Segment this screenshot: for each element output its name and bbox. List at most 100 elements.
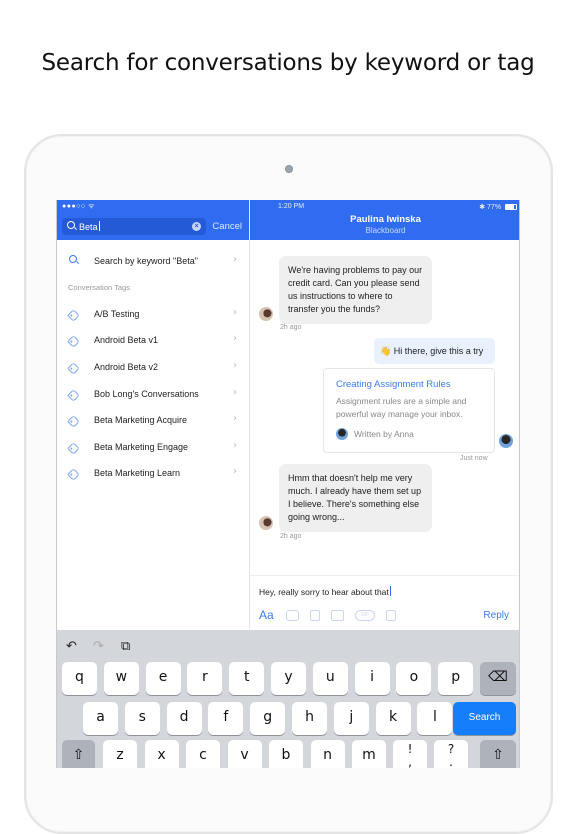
chevron-right-icon: › bbox=[233, 387, 237, 398]
status-time: 1:20 PM bbox=[278, 203, 305, 210]
tag-label: Beta Marketing Engage bbox=[94, 442, 189, 452]
key-e[interactable]: e bbox=[145, 662, 181, 695]
key-v[interactable]: v bbox=[227, 740, 262, 768]
reply-composer: Hey, really sorry to hear about that Aa … bbox=[250, 575, 519, 630]
ipad-screen: ●●●○○ ᯤ Beta × Cancel Search by keyword … bbox=[56, 200, 520, 768]
image-icon[interactable] bbox=[331, 610, 344, 621]
tag-item[interactable]: Bob Long's Conversations › bbox=[57, 387, 250, 407]
gif-icon[interactable]: GIF bbox=[355, 610, 375, 621]
tag-item[interactable]: A/B Testing › bbox=[57, 307, 250, 327]
key-b[interactable]: b bbox=[269, 740, 303, 768]
key-p[interactable]: p bbox=[438, 662, 474, 695]
tag-item[interactable]: Beta Marketing Engage › bbox=[57, 440, 250, 460]
search-input[interactable]: Beta × bbox=[62, 218, 206, 235]
key-z[interactable]: z bbox=[103, 740, 137, 768]
tag-icon bbox=[67, 415, 80, 428]
key-g[interactable]: g bbox=[250, 702, 286, 735]
on-screen-keyboard: ↶ ↷ ⧉ q w e r t y u i o p ⌫ a s d f g h j k l Search ⇧ z x c v b n m… bbox=[57, 630, 519, 768]
text-caret bbox=[98, 221, 100, 231]
key-k[interactable]: k bbox=[375, 702, 411, 735]
inbox-icon[interactable] bbox=[286, 610, 299, 621]
note-icon[interactable] bbox=[386, 610, 396, 621]
undo-icon[interactable]: ↶ bbox=[66, 639, 77, 654]
text-format-icon[interactable]: Aa bbox=[259, 608, 274, 622]
search-key[interactable]: Search bbox=[453, 702, 516, 735]
section-label: Conversation Tags bbox=[68, 283, 130, 292]
backspace-key[interactable]: ⌫ bbox=[480, 662, 516, 695]
clear-search-icon[interactable]: × bbox=[192, 222, 201, 231]
customer-avatar bbox=[259, 516, 273, 530]
bookmark-icon[interactable] bbox=[310, 610, 320, 621]
article-author: Written by Anna bbox=[354, 429, 414, 439]
key-l[interactable]: l bbox=[417, 702, 453, 735]
tag-label: Android Beta v1 bbox=[94, 335, 159, 345]
key-h[interactable]: h bbox=[292, 702, 327, 735]
outgoing-message: 👋 Hi there, give this a try bbox=[374, 338, 495, 364]
article-description: Assignment rules are a simple and powerf… bbox=[336, 396, 467, 419]
status-right: ✱ 77% bbox=[479, 203, 517, 211]
message-timestamp: 2h ago bbox=[280, 533, 302, 540]
search-query: Beta bbox=[79, 222, 98, 232]
tag-icon bbox=[67, 335, 80, 348]
redo-icon[interactable]: ↷ bbox=[93, 639, 104, 654]
customer-avatar bbox=[259, 307, 273, 321]
key-s[interactable]: s bbox=[124, 702, 160, 735]
incoming-message: Hmm that doesn't help me very much. I al… bbox=[279, 464, 432, 532]
shift-key[interactable]: ⇧ bbox=[62, 740, 95, 768]
key-m[interactable]: m bbox=[352, 740, 386, 768]
key-j[interactable]: j bbox=[333, 702, 369, 735]
article-card[interactable]: Creating Assignment Rules Assignment rul… bbox=[323, 368, 495, 453]
tag-icon bbox=[67, 362, 80, 375]
message-timestamp: 2h ago bbox=[280, 324, 302, 331]
key-a[interactable]: a bbox=[83, 702, 118, 735]
key-question[interactable]: ? . bbox=[434, 740, 468, 768]
keyword-search-result[interactable]: Search by keyword "Beta" › bbox=[57, 250, 250, 272]
bluetooth-icon: ✱ bbox=[479, 204, 486, 211]
tag-item[interactable]: Android Beta v2 › bbox=[57, 360, 250, 380]
cancel-button[interactable]: Cancel bbox=[212, 221, 242, 232]
tag-label: Bob Long's Conversations bbox=[94, 389, 199, 399]
paste-icon[interactable]: ⧉ bbox=[121, 639, 130, 654]
search-icon bbox=[69, 255, 77, 263]
author-avatar bbox=[336, 428, 348, 440]
key-w[interactable]: w bbox=[103, 662, 139, 695]
text-caret bbox=[389, 586, 391, 596]
incoming-message: We're having problems to pay our credit … bbox=[279, 256, 432, 324]
key-o[interactable]: o bbox=[396, 662, 432, 695]
keyword-search-label: Search by keyword "Beta" bbox=[94, 256, 198, 266]
signal-indicator: ●●●○○ ᯤ bbox=[62, 203, 95, 210]
tag-item[interactable]: Beta Marketing Acquire › bbox=[57, 413, 250, 433]
key-y[interactable]: y bbox=[271, 662, 306, 695]
key-c[interactable]: c bbox=[186, 740, 220, 768]
shift-key-right[interactable]: ⇧ bbox=[480, 740, 516, 768]
reply-input[interactable]: Hey, really sorry to hear about that bbox=[259, 586, 391, 597]
message-timestamp: Just now bbox=[460, 455, 488, 462]
article-title[interactable]: Creating Assignment Rules bbox=[336, 379, 451, 390]
agent-avatar bbox=[499, 434, 513, 448]
tag-icon bbox=[67, 468, 80, 481]
key-f[interactable]: f bbox=[208, 702, 244, 735]
search-panel: ●●●○○ ᯤ Beta × Cancel Search by keyword … bbox=[57, 200, 250, 630]
key-n[interactable]: n bbox=[310, 740, 345, 768]
key-d[interactable]: d bbox=[166, 702, 202, 735]
tag-icon bbox=[67, 309, 80, 322]
key-t[interactable]: t bbox=[229, 662, 265, 695]
contact-name[interactable]: Paulina Iwinska bbox=[250, 214, 519, 225]
reply-button[interactable]: Reply bbox=[483, 610, 509, 621]
chevron-right-icon: › bbox=[233, 254, 237, 265]
conversation-header: 1:20 PM ✱ 77% Paulina Iwinska Blackboard bbox=[250, 200, 519, 240]
contact-company: Blackboard bbox=[365, 226, 406, 235]
chevron-right-icon: › bbox=[233, 440, 237, 451]
tag-label: Android Beta v2 bbox=[94, 362, 159, 372]
key-q[interactable]: q bbox=[62, 662, 97, 695]
tag-item[interactable]: Beta Marketing Learn › bbox=[57, 466, 250, 486]
reply-text: Hey, really sorry to hear about that bbox=[259, 587, 389, 597]
key-i[interactable]: i bbox=[354, 662, 390, 695]
tag-item[interactable]: Android Beta v1 › bbox=[57, 333, 250, 353]
key-u[interactable]: u bbox=[312, 662, 348, 695]
key-x[interactable]: x bbox=[144, 740, 179, 768]
key-exclamation[interactable]: ! , bbox=[393, 740, 427, 768]
chevron-right-icon: › bbox=[233, 466, 237, 477]
key-r[interactable]: r bbox=[187, 662, 223, 695]
camera-icon bbox=[285, 165, 293, 173]
